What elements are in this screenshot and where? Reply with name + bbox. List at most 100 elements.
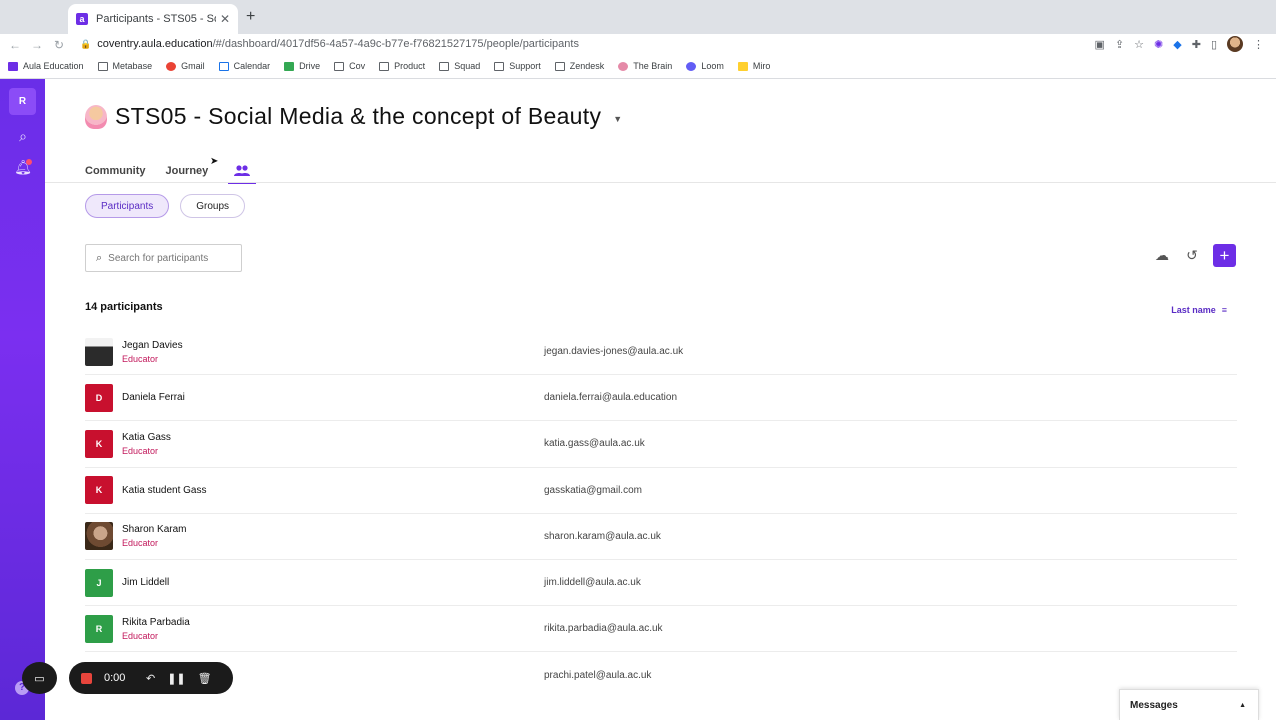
tab-community[interactable]: Community [85, 165, 146, 177]
participant-row[interactable]: K Katia student Gass gasskatia@gmail.com [85, 468, 1237, 514]
browser-chrome: a Participants - STS05 - Social M ✕ + ← … [0, 0, 1276, 79]
participant-count: 14 participants [85, 301, 163, 313]
profile-avatar-icon[interactable] [1227, 36, 1243, 52]
space-nav-tabs: Community Journey [85, 159, 257, 184]
search-input[interactable] [108, 252, 229, 264]
drive-icon [284, 61, 295, 71]
menu-kebab-icon[interactable]: ⋮ [1253, 38, 1264, 51]
share-icon[interactable]: ⇪ [1115, 38, 1124, 51]
bookmark-label: The Brain [633, 61, 673, 71]
undo-icon[interactable]: ↶ [146, 672, 155, 685]
bookmark-item[interactable]: Metabase [97, 61, 153, 71]
participant-row[interactable]: D Daniela Ferrai daniela.ferrai@aula.educa… [85, 375, 1237, 422]
avatar: K [85, 476, 113, 505]
cloud-download-icon[interactable]: ☁ [1153, 247, 1171, 264]
bookmark-label: Metabase [112, 61, 153, 71]
search-icon[interactable]: ⌕ [14, 127, 32, 145]
bookmark-item[interactable]: Miro [737, 61, 770, 71]
participant-name[interactable]: Jegan Davies [122, 340, 542, 351]
camera-blocked-icon[interactable]: ▣ [1095, 38, 1105, 51]
workspace-badge[interactable]: R [9, 88, 36, 115]
history-icon[interactable]: ↺ [1183, 247, 1201, 264]
main-content: STS05 - Social Media & the concept of Be… [45, 79, 1276, 720]
extensions-puzzle-icon[interactable]: ✚ [1192, 38, 1201, 51]
folder-icon [494, 61, 505, 71]
bookmark-item[interactable]: Zendesk [554, 61, 604, 71]
participants-list: Jegan Davies Educator jegan.davies-jones@a… [85, 329, 1237, 699]
participant-name[interactable]: Katia Gass [122, 432, 542, 443]
participant-row[interactable]: prachi.patel@aula.ac.uk [85, 652, 1237, 698]
chevron-down-icon[interactable]: ▼ [613, 114, 622, 124]
avatar [85, 522, 113, 551]
aula-favicon-icon: a [76, 13, 88, 25]
camera-toggle-icon[interactable]: ▭ [22, 662, 57, 694]
avatar: D [85, 383, 113, 412]
participant-role: Educator [122, 538, 159, 549]
pause-icon[interactable]: ❚❚ [167, 672, 185, 685]
bookmarks-bar: Aula Education Metabase Gmail Calendar Drive… [8, 58, 770, 74]
bookmark-item[interactable]: Product [379, 61, 425, 71]
omnibar: ← → ↻ 🔒 coventry.aula.education /#/dashb… [0, 34, 1276, 56]
people-icon [234, 165, 251, 176]
browser-tab[interactable]: a Participants - STS05 - Social M ✕ [68, 4, 238, 34]
participant-row[interactable]: K Katia Gass Educator katia.gass@aula.ac.uk [85, 421, 1237, 468]
participant-name[interactable]: Katia student Gass [122, 485, 542, 496]
bookmark-item[interactable]: Aula Education [8, 61, 84, 71]
participant-row[interactable]: R Rikita Parbadia Educator rikita.parbadia@… [85, 606, 1237, 653]
reload-icon[interactable]: ↻ [48, 38, 70, 52]
bookmark-item[interactable]: The Brain [618, 61, 672, 71]
participant-name[interactable]: Jim Liddell [122, 577, 542, 588]
bookmark-item[interactable]: Gmail [166, 61, 205, 71]
forward-icon[interactable]: → [26, 38, 48, 52]
metabase-icon [97, 61, 108, 71]
add-participant-button[interactable]: + [1213, 244, 1236, 267]
bookmark-item[interactable]: Support [494, 61, 541, 71]
app-sidebar: R ⌕ 🔔︎ ? [0, 79, 45, 720]
people-view-switcher: Participants Groups [85, 194, 246, 218]
extension-icon[interactable]: ◆ [1173, 38, 1181, 51]
participants-pill[interactable]: Participants [85, 194, 170, 218]
url-host: coventry.aula.education [97, 38, 213, 50]
participant-name[interactable]: Rikita Parbadia [122, 617, 542, 628]
new-tab-button[interactable]: + [246, 8, 255, 26]
participant-row[interactable]: Sharon Karam Educator sharon.karam@aula.ac… [85, 514, 1237, 560]
participant-role: Educator [122, 630, 159, 641]
participant-name[interactable]: Sharon Karam [122, 524, 542, 535]
folder-icon [439, 61, 450, 71]
messages-widget[interactable]: Messages ▲ [1119, 689, 1259, 720]
tab-people[interactable] [228, 159, 257, 184]
messages-label: Messages [1130, 699, 1178, 711]
bookmark-item[interactable]: Squad [439, 61, 480, 71]
participant-email: jim.liddell@aula.ac.uk [544, 577, 641, 589]
bookmark-label: Product [394, 61, 426, 71]
extension-icon[interactable]: ✺ [1154, 38, 1163, 51]
folder-icon [554, 61, 565, 71]
participant-info: Jegan Davies Educator [122, 340, 542, 364]
close-tab-icon[interactable]: ✕ [220, 12, 230, 26]
bookmark-star-icon[interactable]: ☆ [1134, 38, 1144, 51]
miro-icon [737, 61, 748, 71]
participant-name[interactable]: Daniela Ferrai [122, 392, 542, 403]
search-icon: ⌕ [96, 251, 103, 264]
trash-icon[interactable]: 🗑︎ [198, 672, 212, 685]
side-panel-icon[interactable]: ▯ [1211, 38, 1217, 51]
participant-email: prachi.patel@aula.ac.uk [544, 669, 652, 681]
avatar: K [85, 429, 113, 458]
back-icon[interactable]: ← [4, 38, 26, 52]
recorder-controls: 0:00 ↶ ❚❚ 🗑︎ [69, 662, 233, 694]
stop-recording-button[interactable] [81, 672, 92, 684]
bookmark-item[interactable]: Calendar [218, 61, 270, 71]
participant-email: katia.gass@aula.ac.uk [544, 438, 645, 450]
participant-role: Educator [122, 445, 159, 456]
groups-pill[interactable]: Groups [180, 194, 246, 218]
folder-icon [334, 61, 345, 71]
tab-journey[interactable]: Journey [166, 165, 209, 177]
bookmark-item[interactable]: Drive [284, 61, 320, 71]
participant-row[interactable]: J Jim Liddell jim.liddell@aula.ac.uk [85, 560, 1237, 607]
bookmark-item[interactable]: Loom [686, 61, 724, 71]
sort-control[interactable]: Last name ≡ [1171, 305, 1227, 315]
bookmark-item[interactable]: Cov [334, 61, 365, 71]
address-bar[interactable]: 🔒 coventry.aula.education /#/dashboard/4… [80, 34, 1138, 54]
participant-row[interactable]: Jegan Davies Educator jegan.davies-jones@a… [85, 329, 1237, 376]
participant-info: Daniela Ferrai [122, 392, 542, 403]
